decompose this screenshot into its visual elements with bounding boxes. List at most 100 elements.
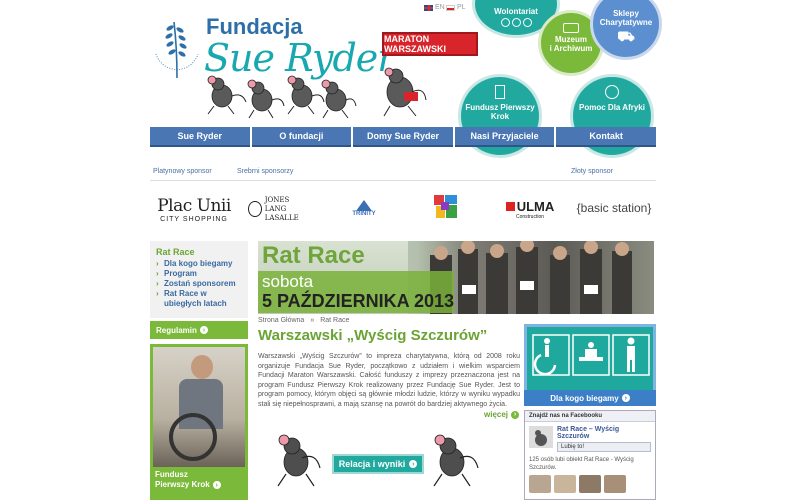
arrow-right-icon: › [409,460,418,468]
sponsor-ulma-logo[interactable]: ULMA Construction [500,196,560,222]
sponsor-trinity-logo[interactable]: TRINITY [334,196,394,220]
volunteer-label: Wolontariat [494,7,538,16]
who-we-run-for-label[interactable]: Dla kogo biegamy › [524,390,656,406]
fund-promo-line2-row: Pierwszy Krok › [155,480,243,490]
facebook-page-name[interactable]: Rat Race – Wyścig Szczurów [557,426,651,440]
breadcrumb-home[interactable]: Strona Główna [258,317,304,324]
more-label: więcej [484,410,509,419]
jll-line1: JONES LANG [264,195,290,213]
lang-pl-link[interactable]: PL [446,4,466,11]
facebook-faces [525,472,655,496]
banner-date-day: sobota [262,272,314,291]
sidebar-item-dla-kogo[interactable]: Dla kogo biegamy [156,259,242,269]
nav-item-about[interactable]: O fundacji [251,127,352,147]
fund-label: Fundusz Pierwszy Krok [465,103,535,121]
results-button[interactable]: Relacja i wyniki › [332,454,424,474]
sponsor-colorful-logo[interactable] [432,193,460,223]
ulma-mark: ULMA [505,198,555,214]
nav-item-friends[interactable]: Nasi Przyjaciele [454,127,555,147]
jll-text: JONES LANG LASALLE [265,196,312,223]
silver-sponsor-label: Srebrni sponsorzy [237,168,294,175]
lang-en-label: EN [435,4,445,11]
nav-item-contact[interactable]: Kontakt [556,127,656,147]
jll-line2: LASALLE [264,213,299,222]
basic-station-text: {basic station} [576,201,652,215]
trinity-text: TRINITY [352,210,376,217]
wheelchair-icon [169,413,217,461]
nav-item-homes[interactable]: Domy Sue Ryder [353,127,453,147]
lang-en-link[interactable]: EN [424,4,445,11]
sidebar-item-program[interactable]: Program [156,269,242,279]
trinity-icon [356,199,372,211]
sponsor-jll-logo[interactable]: JONES LANG LASALLE [248,196,312,222]
page-description: Warszawski „Wyścig Szczurów” to impreza … [258,353,520,408]
facebook-like-button[interactable]: Lubię to! [557,442,651,452]
sidebar-item-previous-years[interactable]: Rat Race w ubiegłych latach [156,289,242,309]
facebook-fan-avatar[interactable] [554,475,576,493]
shops-label-line2: Charytatywne [599,18,653,27]
rats-header-image [200,66,440,122]
arrow-right-icon: › [199,326,208,334]
person-head-shape [191,355,213,379]
door-icon [495,85,505,99]
fund-promo-line1: Fundusz [155,470,188,479]
regulamin-label: Regulamin [156,325,197,335]
sponsor-basic-station-logo[interactable]: {basic station} [574,196,654,220]
facebook-page-row: Rat Race – Wyścig Szczurów Lubię to! [525,422,655,456]
fund-promo-line2: Pierwszy Krok [155,480,210,489]
more-link[interactable]: więcej › [484,410,520,419]
facebook-page-avatar[interactable] [529,426,553,448]
facebook-fan-avatar[interactable] [529,475,551,493]
sponsor-plac-unii-logo[interactable]: Plac Unii CITY SHOPPING [152,192,236,226]
lang-pl-label: PL [457,4,466,11]
sidebar-item-sponsor[interactable]: Zostań sponsorem [156,279,242,289]
rat-avatar-icon [535,430,547,446]
fund-promo-label: Fundusz Pierwszy Krok › [153,467,245,493]
ulma-icon [505,201,515,211]
page-title: Warszawski „Wyścig Szczurów” [258,327,488,344]
shops-label-line1: Sklepy [613,9,639,18]
museum-icon [563,23,579,33]
city-shopping-text: CITY SHOPPING [160,215,228,223]
uk-flag-icon [424,4,433,11]
museum-label-line1: Muzeum [555,35,587,44]
breadcrumb: Strona Główna » Rat Race [258,317,349,324]
nav-item-sue-ryder[interactable]: Sue Ryder [150,127,250,147]
foundation-emblem-icon [150,14,204,84]
results-label: Relacja i wyniki [338,459,406,469]
facebook-like-count: 125 osób lubi obiekt Rat Race - Wyścig S… [529,457,634,471]
volunteer-icon [500,18,532,27]
main-nav: Sue Ryder O fundacji Domy Sue Ryder Nasi… [150,127,656,147]
rat-race-banner: Rat Race sobota 5 PAŹDZIERNIKA 2013 [258,241,654,314]
jll-icon [248,201,262,217]
platinum-sponsor-label: Platynowy sponsor [153,168,212,175]
breadcrumb-current[interactable]: Rat Race [320,317,349,324]
sidebar-title: Rat Race [156,247,195,257]
museum-label-line2: i Archiwum [549,44,593,53]
facebook-widget: Znajdź nas na Facebooku Rat Race – Wyści… [524,410,656,500]
who-label-text: Dla kogo biegamy [550,393,619,403]
sidebar-menu: Rat Race Dla kogo biegamy Program Zostań… [150,241,248,318]
arrow-right-icon: › [621,394,630,402]
africa-icon [605,85,619,99]
cart-icon: ⛟ [617,28,635,44]
plac-unii-text: Plac Unii [157,195,231,216]
ulma-subtext: Construction [515,213,545,220]
arrow-right-icon: › [212,481,221,489]
regulamin-button[interactable]: Regulamin › [150,321,248,339]
banner-title: Rat Race [262,242,365,269]
disability-icons [532,334,650,376]
ulma-text: ULMA [516,198,555,214]
fund-promo-photo [153,347,245,467]
facebook-fan-avatar[interactable] [604,475,626,493]
pl-flag-icon [446,4,455,11]
sponsor-divider [150,180,656,181]
breadcrumb-separator: » [310,317,315,324]
arrow-right-icon: › [511,410,520,419]
marathon-logo[interactable]: MARATON WARSZAWSKI [382,32,478,56]
gold-sponsor-label: Złoty sponsor [571,168,614,175]
colorful-puzzle-icon [434,195,457,218]
banner-date-full: 5 PAŹDZIERNIKA 2013 [262,291,455,311]
fund-promo-box[interactable]: Fundusz Pierwszy Krok › [150,344,248,500]
facebook-fan-avatar[interactable] [579,475,601,493]
